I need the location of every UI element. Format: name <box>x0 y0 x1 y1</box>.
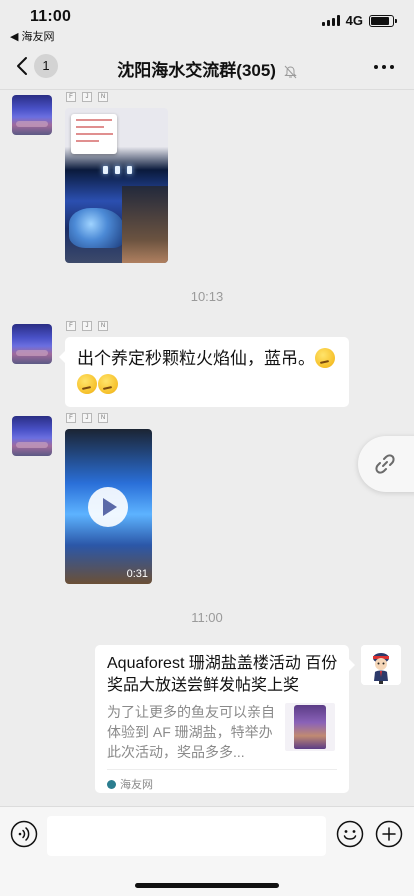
play-icon[interactable] <box>88 487 128 527</box>
chat-messages[interactable]: F J N 10:13 F J N 出个养定秒颗粒火焰仙，蓝吊。 F J N 0… <box>0 90 414 806</box>
link-card-message[interactable]: Aquaforest 珊湖盐盖楼活动 百份奖品大放送尝鲜发帖奖上奖 为了让更多的… <box>95 645 355 793</box>
name-badge: J <box>82 92 92 102</box>
text-message-bubble[interactable]: 出个养定秒颗粒火焰仙，蓝吊。 <box>59 337 349 407</box>
photo-note-card <box>71 114 117 154</box>
voice-input-button[interactable] <box>10 820 38 853</box>
link-card-description: 为了让更多的鱼友可以亲自体验到 AF 珊湖盐，特举办此次活动，奖品多多... <box>107 704 275 760</box>
cartoon-avatar-icon <box>361 645 401 685</box>
emoji-button[interactable] <box>336 820 364 853</box>
thinking-emoji-icon <box>98 374 118 394</box>
sender-avatar[interactable] <box>12 95 52 135</box>
sender-avatar[interactable] <box>12 324 52 364</box>
message-text: 出个养定秒颗粒火焰仙，蓝吊。 <box>77 349 315 368</box>
voice-icon <box>10 820 38 848</box>
more-options-button[interactable] <box>374 65 394 69</box>
chat-title-wrap: 沈阳海水交流群(305) <box>0 56 414 81</box>
status-indicators: 4G <box>321 13 397 28</box>
sender-avatar[interactable] <box>12 416 52 456</box>
name-badge: N <box>98 321 108 331</box>
battery-fill <box>371 16 389 25</box>
message-timestamp: 11:00 <box>191 610 223 625</box>
source-logo-icon <box>107 779 116 789</box>
chat-input-bar <box>0 806 414 896</box>
name-badge: F <box>66 321 76 331</box>
status-bar: 11:00 ◀ 海友网 4G <box>0 0 414 44</box>
source-name: 海友网 <box>120 779 153 791</box>
my-avatar[interactable] <box>361 645 401 685</box>
link-card-thumbnail <box>285 703 335 751</box>
link-card-source: 海友网 <box>107 776 153 792</box>
thinking-emoji-icon <box>315 348 335 368</box>
video-duration: 0:31 <box>126 568 148 580</box>
plus-circle-icon <box>375 820 403 848</box>
smiley-icon <box>336 820 364 848</box>
name-badge: J <box>82 413 92 423</box>
network-type: 4G <box>345 13 363 28</box>
aquarium-photo[interactable] <box>65 108 168 263</box>
return-to-app-link[interactable]: ◀ 海友网 <box>10 28 55 44</box>
sender-name-badges: F J N <box>66 413 108 423</box>
coral-shape <box>69 208 124 248</box>
battery-icon <box>369 14 397 27</box>
chat-header: 1 沈阳海水交流群(305) <box>0 44 414 90</box>
card-divider <box>107 769 337 770</box>
hand-shape <box>122 186 168 263</box>
signal-icon <box>321 15 340 26</box>
link-icon <box>375 454 395 474</box>
message-timestamp: 10:13 <box>190 289 224 304</box>
name-badge: N <box>98 413 108 423</box>
thinking-emoji-icon <box>77 374 97 394</box>
status-time: 11:00 <box>30 8 72 25</box>
name-badge: F <box>66 92 76 102</box>
name-badge: J <box>82 321 92 331</box>
salt-bag-image <box>294 705 326 749</box>
mute-bell-icon <box>283 65 297 78</box>
home-indicator[interactable] <box>135 883 279 888</box>
chat-title: 沈阳海水交流群(305) <box>117 61 276 80</box>
message-input[interactable] <box>47 816 326 856</box>
link-card-title: Aquaforest 珊湖盐盖楼活动 百份奖品大放送尝鲜发帖奖上奖 <box>107 655 338 694</box>
sender-name-badges: F J N <box>66 321 108 331</box>
sender-name-badges: F J N <box>66 92 108 102</box>
floating-link-button[interactable] <box>358 436 414 492</box>
name-badge: F <box>66 413 76 423</box>
more-actions-button[interactable] <box>375 820 403 853</box>
video-message[interactable]: 0:31 <box>65 429 152 584</box>
name-badge: N <box>98 92 108 102</box>
